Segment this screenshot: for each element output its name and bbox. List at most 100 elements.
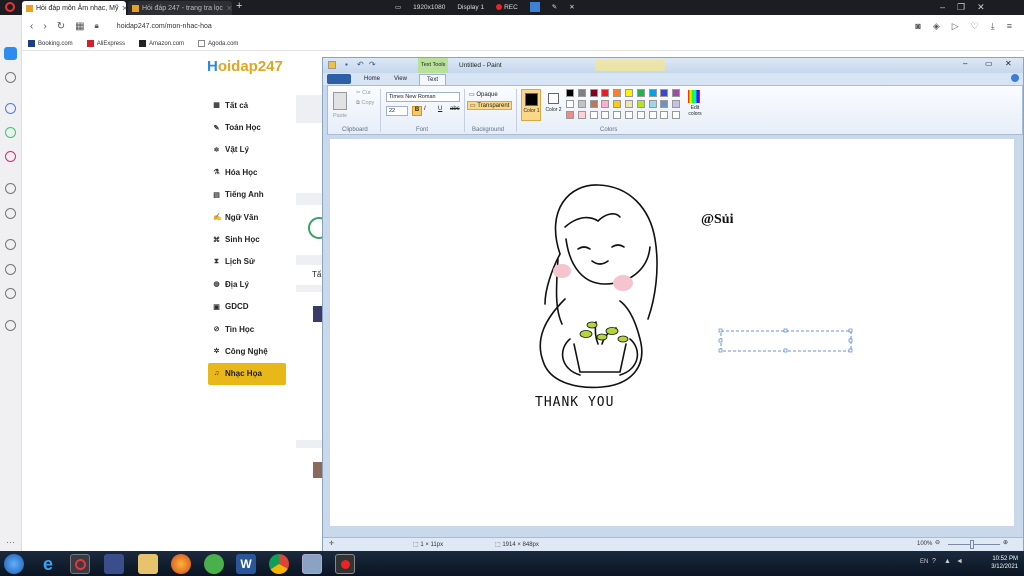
italic-button[interactable]: I [424, 106, 426, 112]
palette-swatch[interactable] [589, 111, 598, 119]
history-icon[interactable] [5, 264, 16, 275]
opera-logo-icon[interactable] [5, 2, 15, 12]
nav-item-ngu-van[interactable]: ✍ Ngữ Văn [208, 206, 286, 228]
paint-app-icon[interactable] [328, 61, 336, 69]
opaque-button[interactable]: ▭ Opaque [469, 91, 498, 98]
bookmark-amazon[interactable]: Amazon.com [139, 40, 184, 47]
ie-icon[interactable]: e [38, 554, 58, 574]
bookmark-agoda[interactable]: Agoda.com [198, 40, 238, 47]
start-button-icon[interactable] [4, 554, 24, 574]
tab-text[interactable]: Text [419, 74, 447, 85]
redo-icon[interactable]: ↷ [369, 60, 376, 69]
palette-swatch[interactable] [625, 89, 633, 97]
zoom-slider-thumb[interactable] [970, 540, 974, 549]
palette-swatch[interactable] [601, 89, 610, 97]
palette-swatch[interactable] [660, 100, 669, 108]
back-icon[interactable]: ‹ [30, 21, 33, 32]
palette-swatch[interactable] [672, 89, 681, 97]
zoom-in-icon[interactable]: ⊕ [1003, 539, 1008, 546]
strikethrough-button[interactable]: abc [450, 106, 460, 112]
question-card[interactable] [296, 123, 322, 193]
palette-swatch[interactable] [589, 100, 598, 108]
nav-item-tieng-anh[interactable]: ▤ Tiếng Anh [208, 184, 286, 206]
nav-item-cong-nghe[interactable]: ✲ Công Nghệ [208, 340, 286, 362]
palette-swatch[interactable] [672, 100, 681, 108]
app-icon[interactable] [204, 554, 224, 574]
palette-swatch[interactable] [613, 89, 622, 97]
zoom-slider[interactable] [948, 544, 1000, 545]
recorder-square-icon[interactable] [529, 2, 540, 12]
recorder-taskbar-icon[interactable] [335, 554, 355, 574]
recorder-display[interactable]: Display 1 [457, 4, 484, 11]
close-icon[interactable]: ✕ [569, 3, 574, 11]
firefox-icon[interactable] [171, 554, 191, 574]
heart-icon[interactable] [5, 239, 16, 250]
palette-swatch[interactable] [613, 100, 622, 108]
palette-swatch[interactable] [613, 111, 622, 119]
color2-button[interactable]: Color 2 [544, 89, 564, 121]
send-icon[interactable] [5, 208, 16, 219]
paint-canvas[interactable]: THANK YOU @Sủi [330, 139, 1014, 526]
paint-menu-button[interactable] [327, 74, 351, 84]
volume-icon[interactable]: ◄ [956, 558, 963, 565]
menu-icon[interactable]: ≡ [1007, 21, 1012, 32]
site-logo[interactable]: Hoidap247 [207, 58, 283, 75]
underline-button[interactable]: U [438, 106, 442, 112]
language-indicator[interactable]: EN [920, 559, 928, 565]
speed-dial-icon[interactable]: ▦ [75, 21, 84, 32]
settings-icon[interactable] [5, 288, 16, 299]
tab-active[interactable]: Hỏi đáp môn Âm nhạc, Mỹ ✕ [22, 1, 126, 15]
play-icon[interactable] [5, 183, 16, 194]
minimize-icon[interactable]: – [963, 59, 967, 68]
palette-swatch[interactable] [660, 89, 669, 97]
palette-swatch[interactable] [601, 100, 610, 108]
transparent-button[interactable]: ▭ Transparent [467, 101, 513, 110]
palette-swatch[interactable] [577, 111, 586, 119]
bookmark-aliexpress[interactable]: AliExpress [86, 40, 125, 47]
url-field[interactable]: hoidap247.com/mon-nhac-hoa [117, 23, 212, 30]
paste-button[interactable]: Paste [333, 113, 347, 119]
nav-item-dia-ly[interactable]: ◍ Địa Lý [208, 273, 286, 295]
bookmark-booking[interactable]: Booking.com [28, 40, 73, 47]
question-card[interactable] [296, 448, 322, 540]
nav-item-gdcd[interactable]: ▣ GDCD [208, 296, 286, 318]
cut-button[interactable]: ✂ Cut [356, 90, 371, 96]
palette-swatch[interactable] [577, 100, 586, 108]
palette-swatch[interactable] [566, 89, 574, 97]
palette-swatch[interactable] [566, 111, 574, 119]
tab-inactive[interactable]: Hỏi đáp 247 - trang tra lọc ✕ [128, 1, 232, 15]
forward-icon[interactable]: › [43, 21, 46, 32]
close-window-icon[interactable]: ✕ [977, 2, 985, 13]
word-icon[interactable]: W [236, 554, 256, 574]
media-player-icon[interactable] [104, 554, 124, 574]
palette-swatch[interactable] [636, 89, 645, 97]
close-tab-icon[interactable]: ✕ [226, 4, 232, 13]
help-icon[interactable] [1011, 74, 1019, 82]
home-icon[interactable] [4, 47, 17, 60]
paint-taskbar-icon[interactable] [302, 554, 322, 574]
camera-icon[interactable]: ◙ [915, 21, 920, 32]
palette-swatch[interactable] [648, 111, 657, 119]
zoom-out-icon[interactable]: ⊖ [935, 539, 940, 546]
recorder-menu-icon[interactable]: ▭ [395, 3, 401, 11]
nav-item-lich-su[interactable]: ⧗ Lịch Sử [208, 251, 286, 273]
file-explorer-icon[interactable] [138, 554, 158, 574]
help-tray-icon[interactable]: ? [932, 558, 936, 565]
chrome-icon[interactable] [269, 554, 289, 574]
palette-swatch[interactable] [636, 111, 645, 119]
shield-icon[interactable]: ◈ [933, 21, 940, 32]
copy-button[interactable]: ⧉ Copy [356, 100, 374, 107]
tab-label[interactable]: Tấ [296, 265, 322, 285]
font-size-select[interactable]: 22 [386, 106, 408, 116]
minimize-icon[interactable]: – [940, 2, 945, 12]
pen-icon[interactable]: ✎ [552, 3, 557, 11]
maximize-icon[interactable]: ▭ [985, 59, 993, 68]
more-icon[interactable]: ··· [6, 537, 15, 547]
font-family-select[interactable]: Times New Roman [386, 92, 460, 102]
nav-item-vat-ly[interactable]: ⚛ Vật Lý [208, 139, 286, 161]
network-icon[interactable]: ▲ [944, 558, 951, 565]
palette-swatch[interactable] [566, 100, 574, 108]
edit-colors-button[interactable]: Edit colors [684, 90, 706, 126]
palette-swatch[interactable] [625, 111, 633, 119]
nav-item-toan-hoc[interactable]: ✎ Toán Học [208, 116, 286, 138]
